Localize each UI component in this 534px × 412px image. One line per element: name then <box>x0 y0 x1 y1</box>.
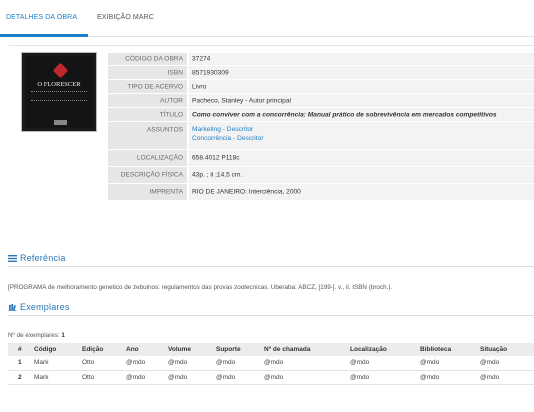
detail-value: 658.4012 P118c <box>192 154 240 162</box>
publisher-logo-icon <box>52 62 69 79</box>
table-row: 1 Mark Otto @mdo @mdo @mdo @mdo @mdo @md… <box>8 356 534 371</box>
detail-value: RIO DE JANEIRO: Interciência, 2000 <box>192 188 301 196</box>
active-tab-indicator <box>0 34 88 37</box>
tab-bar: DETALHES DA OBRA EXIBIÇÃO MARC <box>0 0 534 37</box>
table-cell: Mark <box>30 356 78 371</box>
column-header: Localização <box>346 343 416 356</box>
detail-label: ASSUNTOS <box>146 126 183 134</box>
detail-label: TIPO DE ACERVO <box>127 83 183 90</box>
detail-label: IMPRENTA <box>149 188 183 196</box>
table-cell: @mdo <box>122 356 164 371</box>
table-row: 2 Mark Otto @mdo @mdo @mdo @mdo @mdo @md… <box>8 370 534 385</box>
column-header: Situação <box>476 343 534 356</box>
detail-label: AUTOR <box>160 97 183 104</box>
detail-row-titulo: TÍTULO Como conviver com a concorrência:… <box>108 108 534 121</box>
column-header: Volume <box>164 343 212 356</box>
reference-text: [PROGRAMA de melhoramento genetico de ze… <box>8 284 393 291</box>
detail-label: ISBN <box>167 69 183 76</box>
table-header-row: # Código Edição Ano Volume Suporte Nº de… <box>8 343 534 356</box>
detail-label: TÍTULO <box>159 111 183 118</box>
table-cell: @mdo <box>346 356 416 371</box>
table-cell: @mdo <box>476 356 534 371</box>
detail-row-descricao-fisica: DESCRIÇÃO FÍSICA 43p. ; il ;14,5 cm. <box>108 167 534 183</box>
detail-row-localizacao: LOCALIZAÇÃO 658.4012 P118c <box>108 150 534 166</box>
table-cell: @mdo <box>346 370 416 385</box>
table-cell: @mdo <box>476 370 534 385</box>
table-cell: @mdo <box>416 370 476 385</box>
detail-row-tipo-acervo: TIPO DE ACERVO Livro <box>108 80 534 93</box>
work-details-panel: O FLORESCER CÓDIGO DA OBRA 37274 ISBN 85… <box>9 45 534 225</box>
detail-label: CÓDIGO DA OBRA <box>125 55 183 63</box>
details-table: CÓDIGO DA OBRA 37274 ISBN 8571930309 TIP… <box>108 53 534 200</box>
detail-value: Pacheco, Stanley - Autor principal <box>192 97 291 104</box>
divider <box>8 315 534 316</box>
table-cell: Mark <box>30 370 78 385</box>
column-header: Suporte <box>212 343 260 356</box>
column-header: Nº de chamada <box>260 343 346 356</box>
subject-link-marketing[interactable]: Marketing - Descritor <box>192 126 263 133</box>
table-cell: @mdo <box>164 356 212 371</box>
table-cell: 1 <box>8 356 30 371</box>
cover-title: O FLORESCER <box>37 81 81 88</box>
detail-value: 8571930309 <box>192 69 229 76</box>
column-header: Ano <box>122 343 164 356</box>
tab-exibicao-marc[interactable]: EXIBIÇÃO MARC <box>97 14 154 21</box>
table-cell: @mdo <box>260 370 346 385</box>
table-cell: @mdo <box>416 356 476 371</box>
table-cell: @mdo <box>260 356 346 371</box>
copies-count: Nº de exemplares: 1 <box>8 332 65 339</box>
section-title-referencia: Referência <box>8 253 66 263</box>
table-cell: Otto <box>78 356 122 371</box>
list-icon <box>8 255 17 262</box>
books-icon <box>8 304 17 311</box>
detail-value: Livro <box>192 83 207 90</box>
column-header: Biblioteca <box>416 343 476 356</box>
divider <box>9 45 534 46</box>
detail-label: LOCALIZAÇÃO <box>136 154 183 162</box>
detail-value: 37274 <box>192 55 211 63</box>
table-cell: @mdo <box>212 370 260 385</box>
table-cell: 2 <box>8 370 30 385</box>
detail-row-codigo: CÓDIGO DA OBRA 37274 <box>108 53 534 65</box>
cover-footer-mark <box>54 120 67 125</box>
tab-detalhes-da-obra[interactable]: DETALHES DA OBRA <box>6 14 77 21</box>
divider <box>8 266 534 267</box>
detail-label: DESCRIÇÃO FÍSICA <box>120 171 183 179</box>
column-header: # <box>8 343 30 356</box>
subject-link-concorrencia[interactable]: Concorrência - Descritor <box>192 135 263 142</box>
table-cell: @mdo <box>212 356 260 371</box>
table-cell: Otto <box>78 370 122 385</box>
table-cell: @mdo <box>122 370 164 385</box>
detail-value: 43p. ; il ;14,5 cm. <box>192 171 243 179</box>
column-header: Edição <box>78 343 122 356</box>
table-cell: @mdo <box>164 370 212 385</box>
detail-value: Como conviver com a concorrência: Manual… <box>192 111 497 118</box>
detail-row-isbn: ISBN 8571930309 <box>108 66 534 79</box>
detail-row-imprenta: IMPRENTA RIO DE JANEIRO: Interciência, 2… <box>108 184 534 200</box>
detail-row-assuntos: ASSUNTOS Marketing - Descritor Concorrên… <box>108 122 534 149</box>
cover-subtitle-lines <box>31 91 87 101</box>
column-header: Código <box>30 343 78 356</box>
copies-table: # Código Edição Ano Volume Suporte Nº de… <box>8 343 534 385</box>
book-cover-image: O FLORESCER <box>21 52 97 132</box>
detail-row-autor: AUTOR Pacheco, Stanley - Autor principal <box>108 94 534 107</box>
section-title-exemplares: Exemplares <box>8 302 70 312</box>
